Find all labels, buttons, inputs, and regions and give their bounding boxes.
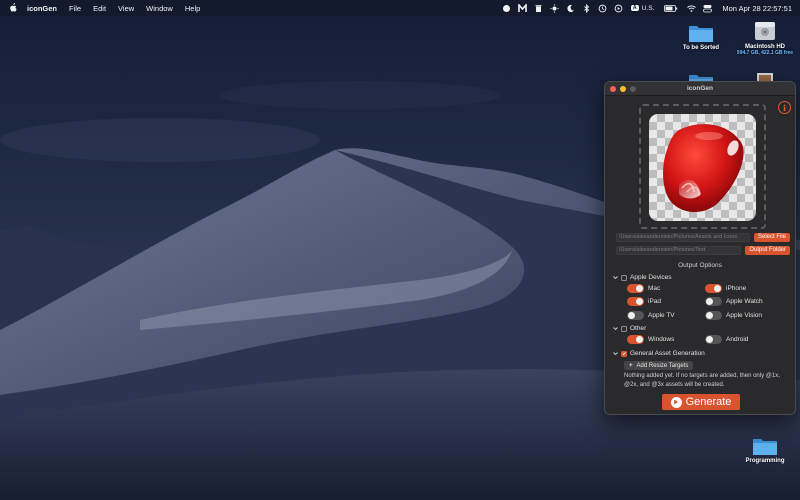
other-checkbox[interactable] bbox=[621, 325, 627, 332]
menu-window[interactable]: Window bbox=[146, 4, 173, 13]
resize-targets-hint: Nothing added yet. If no targets are add… bbox=[624, 373, 780, 388]
play-icon bbox=[670, 396, 682, 408]
info-icon[interactable]: i bbox=[778, 101, 791, 114]
android-toggle[interactable] bbox=[705, 335, 722, 344]
circle-status-icon[interactable] bbox=[502, 4, 511, 13]
generate-label: Generate bbox=[685, 396, 732, 408]
output-options-title: Output Options bbox=[678, 262, 722, 269]
status-area: A U.S. Mon Apr 28 22:57:51 bbox=[495, 3, 792, 13]
input-source-badge[interactable]: A bbox=[630, 5, 639, 11]
menubar-clock[interactable]: Mon Apr 28 22:57:51 bbox=[722, 4, 792, 13]
control-center-icon[interactable] bbox=[703, 4, 713, 13]
general-asset-label: General Asset Generation bbox=[630, 350, 705, 357]
image-drop-zone[interactable] bbox=[639, 104, 766, 229]
apple-tv-label: Apple TV bbox=[648, 312, 675, 319]
menu-file[interactable]: File bbox=[69, 4, 81, 13]
trash-status-icon[interactable] bbox=[534, 4, 543, 13]
menu-help[interactable]: Help bbox=[185, 4, 200, 13]
apple-vision-label: Apple Vision bbox=[726, 312, 763, 319]
zoom-button[interactable] bbox=[630, 85, 636, 92]
desktop-icon-label: To be Sorted bbox=[682, 45, 720, 51]
folder-icon bbox=[689, 26, 713, 42]
desktop-folder-programming[interactable]: Programming bbox=[733, 436, 797, 464]
sun-icon[interactable] bbox=[550, 3, 559, 13]
menu-view[interactable]: View bbox=[118, 4, 134, 13]
mac-toggle[interactable] bbox=[627, 284, 644, 293]
menu-edit[interactable]: Edit bbox=[93, 4, 106, 13]
other-section: Other bbox=[613, 325, 646, 332]
menu-bar: iconGen File Edit View Window Help A U.S… bbox=[0, 0, 800, 16]
battery-icon[interactable] bbox=[664, 4, 678, 13]
desktop-folder-to-be-sorted[interactable]: To be Sorted bbox=[669, 23, 733, 51]
wifi-icon[interactable] bbox=[687, 4, 697, 13]
icongen-window: iconGen i /Users/alexanderstein/Pictures… bbox=[604, 81, 796, 415]
apple-devices-section: Apple Devices bbox=[613, 274, 672, 281]
apple-tv-toggle[interactable] bbox=[627, 311, 644, 320]
ipad-label: iPad bbox=[648, 298, 662, 305]
apple-watch-label: Apple Watch bbox=[726, 298, 763, 305]
chevron-down-icon[interactable] bbox=[613, 275, 618, 280]
toggle-row-iphone: iPhone bbox=[705, 284, 746, 293]
disk-capacity-label: 994.7 GB, 422.1 GB free bbox=[736, 50, 794, 56]
generate-button[interactable]: Generate bbox=[662, 394, 740, 410]
time-machine-icon[interactable] bbox=[598, 4, 607, 13]
apple-devices-label: Apple Devices bbox=[630, 274, 672, 281]
add-resize-targets-button[interactable]: + Add Resize Targets bbox=[624, 361, 694, 370]
source-path-field[interactable]: /Users/alexanderstein/Pictures/Assets an… bbox=[616, 233, 750, 242]
output-folder-button[interactable]: Output Folder bbox=[745, 246, 790, 255]
toggle-row-apple-watch: Apple Watch bbox=[705, 297, 763, 306]
close-button[interactable] bbox=[610, 85, 616, 92]
add-resize-targets-label: Add Resize Targets bbox=[636, 362, 689, 369]
iphone-label: iPhone bbox=[726, 285, 747, 292]
apple-watch-toggle[interactable] bbox=[705, 297, 722, 306]
strawberry-gem-image bbox=[663, 124, 744, 213]
ipad-toggle[interactable] bbox=[627, 297, 644, 306]
toggle-row-apple-tv: Apple TV bbox=[627, 311, 675, 320]
hard-drive-icon bbox=[755, 22, 775, 40]
play-circle-icon[interactable] bbox=[614, 4, 623, 13]
apple-vision-toggle[interactable] bbox=[705, 311, 722, 320]
plus-icon: + bbox=[629, 362, 633, 369]
general-asset-section: General Asset Generation bbox=[613, 350, 705, 357]
source-file-row: /Users/alexanderstein/Pictures/Assets an… bbox=[616, 233, 790, 242]
toggle-row-windows: Windows bbox=[627, 335, 674, 344]
output-path-field[interactable]: /Users/alexanderstein/Pictures/Test bbox=[616, 246, 742, 255]
general-asset-checkbox[interactable] bbox=[621, 350, 627, 357]
moon-icon[interactable] bbox=[566, 4, 575, 13]
menu-app-name[interactable]: iconGen bbox=[27, 4, 57, 13]
windows-toggle[interactable] bbox=[627, 335, 644, 344]
toggle-row-android: Android bbox=[705, 335, 748, 344]
iphone-toggle[interactable] bbox=[705, 284, 722, 293]
apple-logo-icon[interactable] bbox=[8, 3, 18, 13]
toggle-row-apple-vision: Apple Vision bbox=[705, 311, 762, 320]
output-folder-row: /Users/alexanderstein/Pictures/Test Outp… bbox=[616, 246, 790, 255]
chevron-down-icon[interactable] bbox=[613, 326, 618, 331]
icon-preview bbox=[649, 114, 756, 221]
checkmark-icon bbox=[622, 352, 626, 356]
android-label: Android bbox=[726, 336, 749, 343]
input-source-label[interactable]: U.S. bbox=[642, 5, 655, 12]
windows-label: Windows bbox=[648, 336, 675, 343]
folder-icon bbox=[753, 439, 777, 455]
chevron-down-icon[interactable] bbox=[613, 351, 618, 356]
apple-devices-checkbox[interactable] bbox=[621, 274, 627, 281]
toggle-row-mac: Mac bbox=[627, 284, 660, 293]
malwarebytes-icon[interactable] bbox=[517, 3, 527, 13]
window-titlebar[interactable]: iconGen bbox=[605, 82, 795, 96]
bluetooth-icon[interactable] bbox=[582, 3, 591, 13]
mac-label: Mac bbox=[648, 285, 661, 292]
select-file-button[interactable]: Select File bbox=[753, 233, 790, 242]
desktop-macintosh-hd[interactable]: Macintosh HD 994.7 GB, 422.1 GB free bbox=[733, 20, 797, 56]
toggle-row-ipad: iPad bbox=[627, 297, 661, 306]
other-label: Other bbox=[630, 325, 647, 332]
desktop-icon-label: Programming bbox=[745, 458, 785, 464]
minimize-button[interactable] bbox=[620, 85, 626, 92]
